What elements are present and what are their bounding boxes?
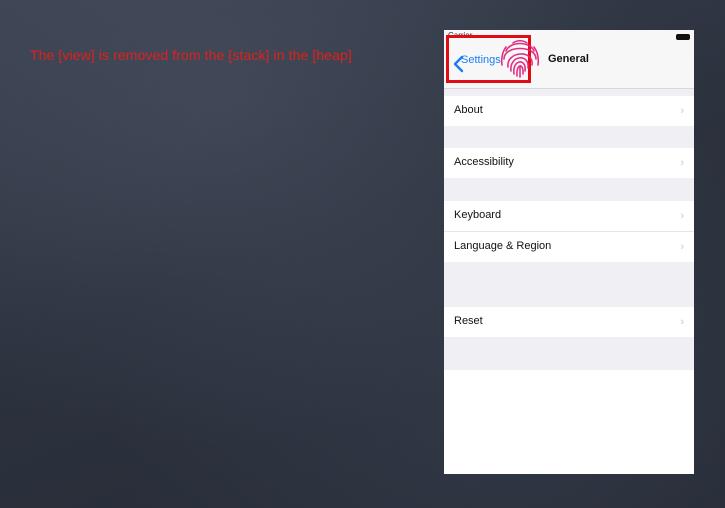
settings-group-about: About › [444, 96, 694, 126]
empty-content-area [444, 370, 694, 474]
chevron-right-icon: › [680, 157, 684, 169]
list-item-label: Reset [454, 315, 483, 327]
chevron-right-icon: › [680, 241, 684, 253]
list-item-keyboard[interactable]: Keyboard › [444, 201, 694, 232]
list-item-label: About [454, 104, 483, 116]
chevron-right-icon: › [680, 316, 684, 328]
settings-group-accessibility: Accessibility › [444, 148, 694, 178]
settings-group-reset: Reset › [444, 307, 694, 337]
list-item-label: Keyboard [454, 209, 502, 221]
page-title: General [548, 53, 589, 65]
fingerprint-icon [500, 37, 540, 79]
list-item-reset[interactable]: Reset › [444, 307, 694, 337]
chevron-right-icon: › [680, 210, 684, 222]
list-item-accessibility[interactable]: Accessibility › [444, 148, 694, 178]
annotation-caption: The [view] is removed from the [stack] i… [30, 47, 352, 63]
list-item-language-region[interactable]: Language & Region › [444, 232, 694, 262]
list-item-label: Language & Region [454, 240, 552, 252]
chevron-right-icon: › [680, 105, 684, 117]
list-item-about[interactable]: About › [444, 96, 694, 126]
list-item-label: Accessibility [454, 156, 514, 168]
phone-screen: Carrier Settings General About › Accessi… [444, 30, 694, 474]
battery-icon [676, 34, 690, 40]
settings-group-keyboard: Keyboard › Language & Region › [444, 201, 694, 262]
